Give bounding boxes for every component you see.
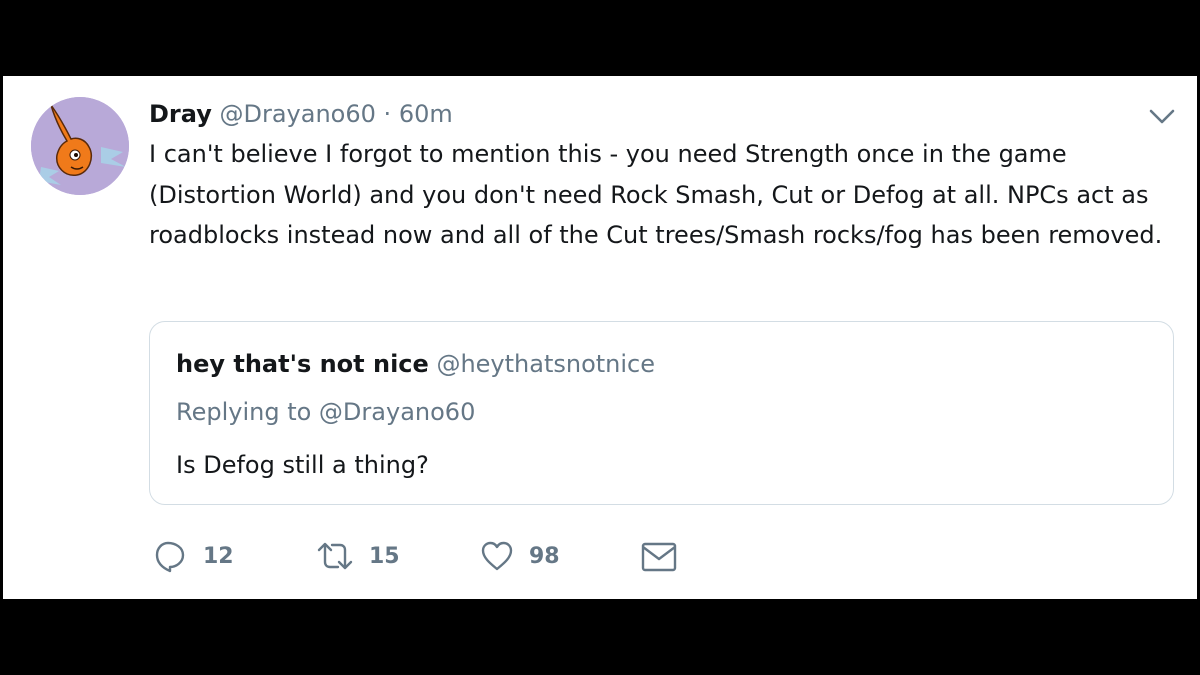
replying-to-label: Replying to @Drayano60 — [176, 398, 476, 426]
avatar[interactable] — [31, 97, 129, 195]
tweet-card: Dray @Drayano60 · 60m I can't believe I … — [3, 76, 1197, 599]
quoted-tweet[interactable]: hey that's not nice @heythatsnotnice Rep… — [149, 321, 1174, 505]
retweet-icon — [317, 542, 353, 570]
quoted-author-name: hey that's not nice — [176, 350, 429, 378]
quoted-author-handle: @heythatsnotnice — [436, 350, 656, 378]
tweet-timestamp[interactable]: 60m — [399, 100, 453, 128]
direct-message-button[interactable] — [640, 536, 678, 576]
separator-dot: · — [383, 100, 392, 128]
chevron-down-icon[interactable] — [1146, 102, 1178, 130]
author-handle[interactable]: @Drayano60 — [220, 100, 376, 128]
retweet-count: 15 — [369, 543, 400, 569]
tweet-text: I can't believe I forgot to mention this… — [149, 140, 1163, 250]
quoted-tweet-text: Is Defog still a thing? — [176, 451, 429, 479]
heart-icon — [481, 541, 513, 571]
reply-bubble-icon — [155, 541, 185, 573]
avatar-character-icon — [31, 97, 129, 195]
tweet-header: Dray @Drayano60 · 60m — [149, 98, 453, 130]
author-name[interactable]: Dray — [149, 100, 212, 128]
quoted-tweet-header: hey that's not nice @heythatsnotnice — [176, 348, 655, 380]
like-count: 98 — [529, 543, 560, 569]
envelope-icon — [641, 542, 677, 572]
reply-button[interactable]: 12 — [153, 536, 234, 576]
retweet-button[interactable]: 15 — [315, 536, 400, 576]
like-button[interactable]: 98 — [479, 536, 560, 576]
reply-count: 12 — [203, 543, 234, 569]
